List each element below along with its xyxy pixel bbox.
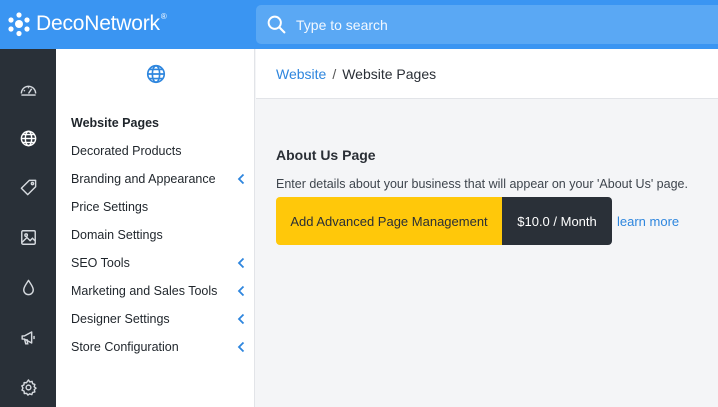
image-icon bbox=[20, 229, 36, 245]
logo[interactable]: DecoNetwork ® bbox=[6, 10, 167, 38]
page-section-title: About Us Page bbox=[276, 147, 376, 163]
menu-item-label: Store Configuration bbox=[71, 340, 179, 354]
menu-item-store-configuration[interactable]: Store Configuration bbox=[56, 333, 255, 361]
menu-item-price-settings[interactable]: Price Settings bbox=[56, 193, 255, 221]
rail-item-marketing[interactable] bbox=[0, 317, 56, 357]
globe-icon bbox=[20, 130, 36, 146]
menu-item-label: Price Settings bbox=[71, 200, 149, 214]
menu-item-website-pages[interactable]: Website Pages bbox=[56, 109, 255, 137]
rail-item-decoration[interactable] bbox=[0, 267, 56, 307]
breadcrumb-link-website[interactable]: Website bbox=[276, 66, 326, 82]
page-section-description: Enter details about your business that w… bbox=[276, 177, 688, 191]
search-input[interactable] bbox=[296, 5, 716, 44]
menu-item-domain-settings[interactable]: Domain Settings bbox=[56, 221, 255, 249]
section-menu-list: Website Pages Decorated Products Brandin… bbox=[56, 109, 255, 361]
droplet-icon bbox=[22, 279, 34, 295]
menu-item-seo-tools[interactable]: SEO Tools bbox=[56, 249, 255, 277]
price-button[interactable]: $10.0 / Month bbox=[502, 197, 612, 245]
chevron-left-icon bbox=[237, 257, 245, 269]
megaphone-icon bbox=[20, 330, 35, 345]
menu-item-designer-settings[interactable]: Designer Settings bbox=[56, 305, 255, 333]
chevron-left-icon bbox=[237, 285, 245, 297]
menu-item-label: Branding and Appearance bbox=[71, 172, 216, 186]
dashboard-icon bbox=[20, 85, 36, 96]
breadcrumb: Website / Website Pages bbox=[276, 66, 436, 82]
tag-icon bbox=[20, 179, 36, 195]
menu-item-label: Domain Settings bbox=[71, 228, 163, 242]
menu-item-label: Decorated Products bbox=[71, 144, 182, 158]
rail-item-website[interactable] bbox=[0, 118, 56, 158]
globe-icon bbox=[146, 64, 166, 84]
chevron-left-icon bbox=[237, 313, 245, 325]
search-icon bbox=[267, 15, 286, 34]
section-menu: Website Pages Decorated Products Brandin… bbox=[56, 49, 255, 407]
menu-item-decorated-products[interactable]: Decorated Products bbox=[56, 137, 255, 165]
rail-item-dashboard[interactable] bbox=[0, 69, 56, 109]
search-box[interactable] bbox=[256, 5, 718, 44]
top-bar: DecoNetwork ® bbox=[0, 0, 718, 49]
deconetwork-logo-icon bbox=[8, 12, 30, 37]
breadcrumb-current: Website Pages bbox=[342, 66, 437, 82]
chevron-left-icon bbox=[237, 173, 245, 185]
menu-item-branding-and-appearance[interactable]: Branding and Appearance bbox=[56, 165, 255, 193]
menu-item-label: Website Pages bbox=[71, 116, 160, 130]
icon-rail bbox=[0, 49, 56, 407]
menu-item-label: Designer Settings bbox=[71, 312, 170, 326]
add-advanced-page-management-button[interactable]: Add Advanced Page Management bbox=[276, 197, 502, 245]
menu-item-marketing-and-sales-tools[interactable]: Marketing and Sales Tools bbox=[56, 277, 255, 305]
rail-item-settings[interactable] bbox=[0, 367, 56, 407]
menu-item-label: SEO Tools bbox=[71, 256, 130, 270]
breadcrumb-separator: / bbox=[332, 66, 337, 82]
registered-mark: ® bbox=[160, 11, 167, 21]
logo-text: DecoNetwork bbox=[36, 12, 160, 35]
rail-item-products[interactable] bbox=[0, 167, 56, 207]
menu-item-label: Marketing and Sales Tools bbox=[71, 284, 218, 298]
breadcrumb-bar: Website / Website Pages bbox=[256, 49, 718, 99]
learn-more-link[interactable]: learn more bbox=[617, 214, 679, 229]
gear-icon bbox=[20, 378, 37, 396]
chevron-left-icon bbox=[237, 341, 245, 353]
rail-item-designs[interactable] bbox=[0, 217, 56, 257]
